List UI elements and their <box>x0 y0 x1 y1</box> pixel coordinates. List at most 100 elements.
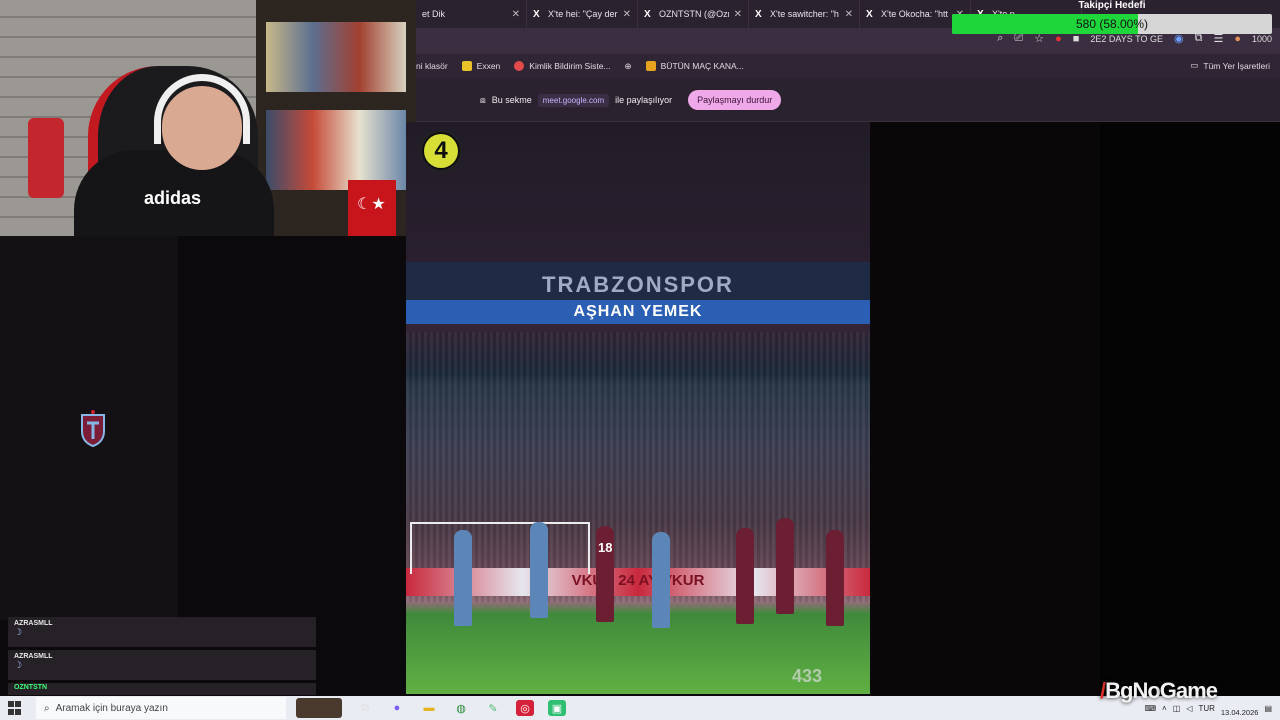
bookmarks-bar: ni klasör Exxen Kimlik Bildirim Siste...… <box>416 54 1280 78</box>
all-bookmarks[interactable]: ▭ Tüm Yer İşaretleri <box>1190 60 1270 71</box>
right-panel <box>1100 122 1280 696</box>
teams-icon[interactable]: ● <box>388 700 406 716</box>
windows-start-icon[interactable] <box>8 701 26 715</box>
webcam-overlay: adidas <box>0 0 416 236</box>
player <box>826 530 844 626</box>
follower-goal-bar: 580 (58.00%) <box>952 14 1272 34</box>
x-logo-icon: X <box>533 8 540 20</box>
bookmark-item[interactable]: ni klasör <box>416 61 448 71</box>
shelf-books <box>266 110 406 190</box>
keyboard-icon[interactable]: ⌨ <box>1145 704 1157 713</box>
brand-text: Game <box>1159 678 1218 703</box>
number-badge: 4 <box>420 130 462 172</box>
chevron-up-icon[interactable]: ˄ <box>1162 704 1167 713</box>
browser-tab[interactable]: X X'te hei: "Çay der ✕ <box>527 0 638 28</box>
language-indicator[interactable]: TUR <box>1198 704 1214 713</box>
count-badge: 1000 <box>1251 33 1272 44</box>
chrome-icon[interactable]: ◍ <box>452 700 470 716</box>
kimlik-icon <box>514 61 525 71</box>
bookmark-item[interactable]: BÜTÜN MAÇ KANA... <box>645 61 744 71</box>
trabzonspor-logo <box>78 408 108 448</box>
player <box>454 530 472 626</box>
player-number: 18 <box>598 540 613 555</box>
follower-goal-title: Takipçi Hedefi <box>1078 0 1146 11</box>
bookmark-item[interactable]: ⊕ <box>625 61 632 72</box>
search-placeholder: Aramak için buraya yazın <box>55 702 168 714</box>
bookmark-item[interactable]: Exxen <box>461 61 501 71</box>
x-logo-icon: X <box>644 8 651 20</box>
close-icon[interactable]: ✕ <box>734 9 742 20</box>
tab-title: X'te Okocha: "htt <box>881 9 948 19</box>
extension-square-icon[interactable]: ■ <box>1073 33 1080 45</box>
bookmark-label: Exxen <box>476 61 501 71</box>
x-logo-icon: X <box>866 8 873 20</box>
extension-label[interactable]: 2E2 DAYS TO GE <box>1090 34 1163 44</box>
turkish-flag <box>348 180 396 236</box>
player <box>736 528 754 624</box>
chat-message: AZRASMLL ☽ <box>8 617 316 647</box>
shelf-books <box>266 22 406 92</box>
ad-text: AŞHAN YEMEK <box>573 303 703 320</box>
goal-net <box>410 522 590 574</box>
bookmark-label: Kimlik Bildirim Siste... <box>529 61 611 71</box>
volume-icon[interactable]: ◁ <box>1186 704 1192 713</box>
chat-username: OZNTSTN <box>14 684 48 691</box>
close-icon[interactable]: ✕ <box>512 9 520 20</box>
number-badge-text: 4 <box>424 134 458 168</box>
browser-tab[interactable]: X X'te sawitcher: "h ✕ <box>749 0 860 28</box>
globe-icon: ⊕ <box>624 60 632 71</box>
tab-sharing-bar: ⧈ Bu sekme meet.google.com ile paylaşılı… <box>416 78 1280 122</box>
stadium-banner-text: TRABZONSPOR <box>542 272 734 297</box>
chat-emote: ☽ <box>14 627 23 637</box>
file-explorer-icon[interactable]: ▬ <box>420 700 438 716</box>
app-icon[interactable]: ✎ <box>484 700 502 716</box>
tab-title: X'te sawitcher: "h <box>770 9 839 19</box>
folder-icon <box>461 61 472 71</box>
bookmark-label: BÜTÜN MAÇ KANA... <box>660 61 744 71</box>
browser-tab[interactable]: et Dik ✕ <box>416 0 527 28</box>
close-icon[interactable]: ✕ <box>623 9 631 20</box>
clock-time <box>1221 699 1259 708</box>
shirt-logo: adidas <box>144 188 202 208</box>
share-domain: meet.google.com <box>537 93 610 107</box>
windows-taskbar: ⌕ Aramak için buraya yazın ⧉ ● ▬ ◍ ✎ ◎ ▣… <box>0 696 1280 720</box>
bookmark-item[interactable]: Kimlik Bildirim Siste... <box>514 61 611 71</box>
tab-title: X'te hei: "Çay der <box>548 9 618 19</box>
task-view-icon[interactable]: ⧉ <box>356 700 374 716</box>
tab-title: OZNTSTN (@Ozn <box>659 9 729 19</box>
player <box>652 532 670 628</box>
network-icon[interactable]: ◫ <box>1173 704 1181 713</box>
chat-username: AZRASMLL <box>14 620 53 627</box>
share-prefix: Bu sekme <box>491 95 532 105</box>
close-icon[interactable]: ✕ <box>845 9 853 20</box>
news-widget-icon[interactable] <box>296 698 342 718</box>
chat-emote: ☽ <box>14 660 23 670</box>
avatar[interactable]: ● <box>1234 33 1241 45</box>
jp-icon <box>645 61 656 71</box>
screen-share-icon: ⧈ <box>480 94 486 105</box>
record-icon[interactable]: ● <box>1055 33 1062 45</box>
obs-icon[interactable]: ◎ <box>516 700 534 716</box>
all-bookmarks-label: Tüm Yer İşaretleri <box>1203 60 1270 71</box>
player <box>530 522 548 618</box>
clock-date: 13.04.2026 <box>1220 708 1259 717</box>
clock[interactable]: 13.04.2026 <box>1221 699 1259 717</box>
taskbar-search[interactable]: ⌕ Aramak için buraya yazın <box>36 697 286 719</box>
shared-video[interactable]: TRABZONSPOR AŞHAN YEMEK VKUR 24 AY VKUR … <box>406 122 870 694</box>
chat-username: AZRASMLL <box>14 653 53 660</box>
player <box>776 518 794 614</box>
meet-icon[interactable]: ▣ <box>548 700 566 716</box>
browser-tab[interactable]: X OZNTSTN (@Ozn ✕ <box>638 0 749 28</box>
tab-title: et Dik <box>422 9 446 19</box>
notification-icon[interactable]: ▤ <box>1264 704 1272 713</box>
share-suffix: ile paylaşılıyor <box>615 95 673 105</box>
search-icon: ⌕ <box>44 702 50 714</box>
bgnogame-logo: /BgNoGame <box>1100 678 1218 704</box>
board-text: VKUR 24 AY VKUR <box>571 572 705 589</box>
brand-text: BgNo <box>1105 678 1161 703</box>
follower-goal-text: 580 (58.00%) <box>1075 17 1149 31</box>
taskbar-apps: ⧉ ● ▬ ◍ ✎ ◎ ▣ <box>296 698 566 718</box>
stop-sharing-button[interactable]: Paylaşmayı durdur <box>688 90 782 110</box>
chat-overlay: AZRASMLL ☽ AZRASMLL ☽ OZNTSTN <box>8 617 316 698</box>
chat-message: AZRASMLL ☽ <box>8 650 316 680</box>
